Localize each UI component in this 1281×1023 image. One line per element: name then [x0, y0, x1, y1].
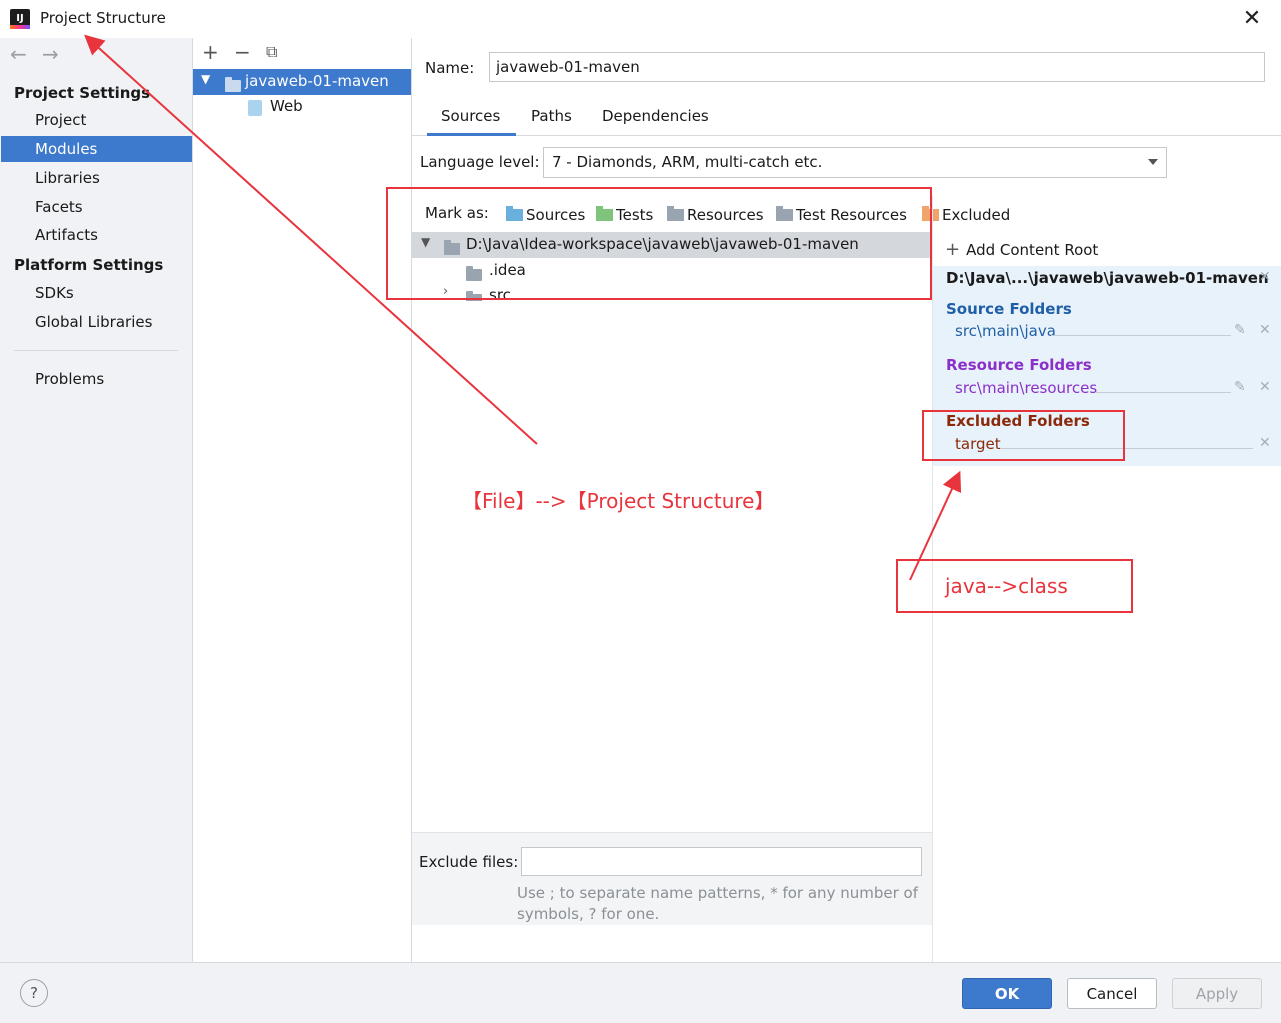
annotation-box-mark-as [386, 187, 932, 300]
annotation-compile-note: java-->class [945, 574, 1068, 598]
annotation-box-excluded [922, 410, 1125, 461]
annotation-menu-path: 【File】-->【Project Structure】 [462, 489, 775, 513]
